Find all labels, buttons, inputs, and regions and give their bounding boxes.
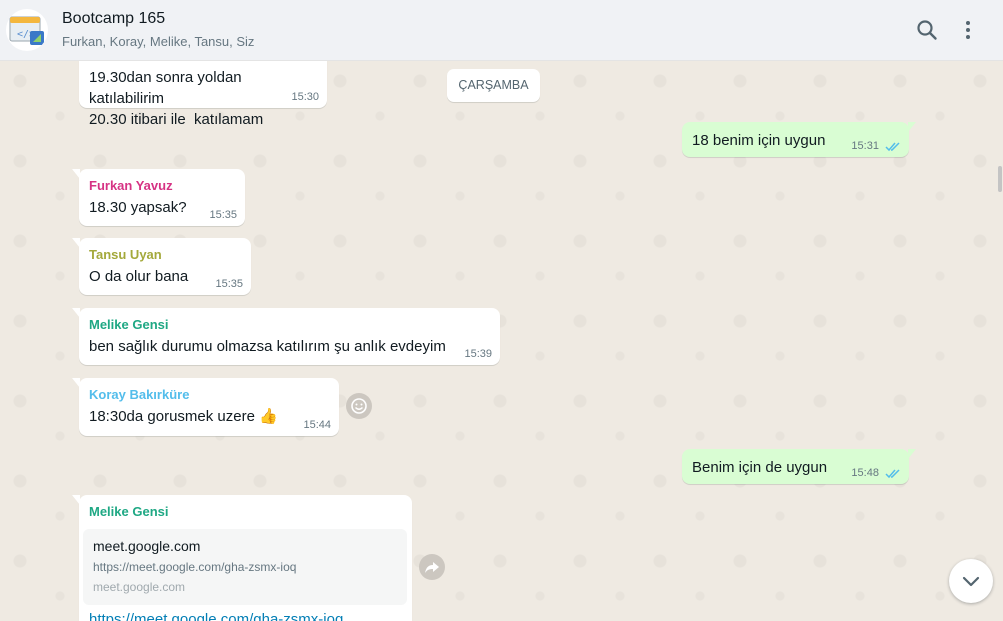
sender-name[interactable]: Melike Gensi xyxy=(89,503,402,521)
message-incoming-link[interactable]: Melike Gensi meet.google.com https://mee… xyxy=(72,495,412,621)
link-preview-url: https://meet.google.com/gha-zsmx-ioq xyxy=(93,560,297,574)
forward-button[interactable] xyxy=(419,554,445,580)
message-time: 15:31 xyxy=(851,140,879,152)
message-text: 18:30da gorusmek uzere 👍 xyxy=(89,408,278,425)
message-time: 15:35 xyxy=(215,278,243,290)
message-incoming[interactable]: Furkan Yavuz 18.30 yapsak? 15:35 xyxy=(72,169,245,226)
code-window-icon: </> xyxy=(9,16,44,45)
group-members[interactable]: Furkan, Koray, Melike, Tansu, Siz xyxy=(62,34,254,49)
link-preview-domain: meet.google.com xyxy=(93,580,186,594)
scrollbar-thumb[interactable] xyxy=(998,166,1002,192)
sender-name[interactable]: Melike Gensi xyxy=(89,316,490,334)
read-double-check-icon xyxy=(885,469,900,478)
emoji-reaction-button[interactable] xyxy=(346,393,372,419)
message-time: 15:30 xyxy=(291,91,319,103)
link-preview-title: meet.google.com xyxy=(93,538,201,554)
link-preview[interactable]: meet.google.com https://meet.google.com/… xyxy=(83,529,407,605)
chat-header[interactable]: </> Bootcamp 165 Furkan, Koray, Melike, … xyxy=(0,0,1003,61)
message-incoming[interactable]: 19.30dan sonra yoldan katılabilirim 20.3… xyxy=(79,61,327,128)
chevron-down-icon xyxy=(962,576,980,587)
kebab-menu-icon[interactable] xyxy=(955,17,981,43)
message-incoming[interactable]: Koray Bakırküre 18:30da gorusmek uzere 👍… xyxy=(72,378,339,436)
group-title[interactable]: Bootcamp 165 xyxy=(62,10,165,28)
message-text: 19.30dan sonra yoldan katılabilirim 20.3… xyxy=(89,69,264,128)
message-time: 15:35 xyxy=(209,209,237,221)
search-icon[interactable] xyxy=(914,17,940,43)
read-double-check-icon xyxy=(885,142,900,151)
group-avatar[interactable]: </> xyxy=(6,9,48,51)
sender-name[interactable]: Koray Bakırküre xyxy=(89,386,329,404)
scroll-to-bottom-button[interactable] xyxy=(949,559,993,603)
message-outgoing[interactable]: 18 benim için uygun 15:31 xyxy=(682,122,916,157)
sender-name[interactable]: Furkan Yavuz xyxy=(89,177,235,195)
message-time: 15:44 xyxy=(303,419,331,431)
smiley-icon xyxy=(351,398,367,414)
forward-arrow-icon xyxy=(425,562,439,573)
message-incoming[interactable]: Tansu Uyan O da olur bana 15:35 xyxy=(72,238,251,295)
date-separator: ÇARŞAMBA xyxy=(447,69,540,102)
message-incoming[interactable]: Melike Gensi ben sağlık durumu olmazsa k… xyxy=(72,308,500,365)
message-time: 15:39 xyxy=(464,348,492,360)
message-time: 15:48 xyxy=(851,467,879,479)
message-text: ben sağlık durumu olmazsa katılırım şu a… xyxy=(89,338,446,355)
message-outgoing[interactable]: Benim için de uygun 15:48 xyxy=(682,449,916,484)
message-link[interactable]: https://meet.google.com/gha-zsmx-ioq xyxy=(89,611,343,621)
message-list[interactable]: 19.30dan sonra yoldan katılabilirim 20.3… xyxy=(0,61,1003,621)
sender-name[interactable]: Tansu Uyan xyxy=(89,246,241,264)
